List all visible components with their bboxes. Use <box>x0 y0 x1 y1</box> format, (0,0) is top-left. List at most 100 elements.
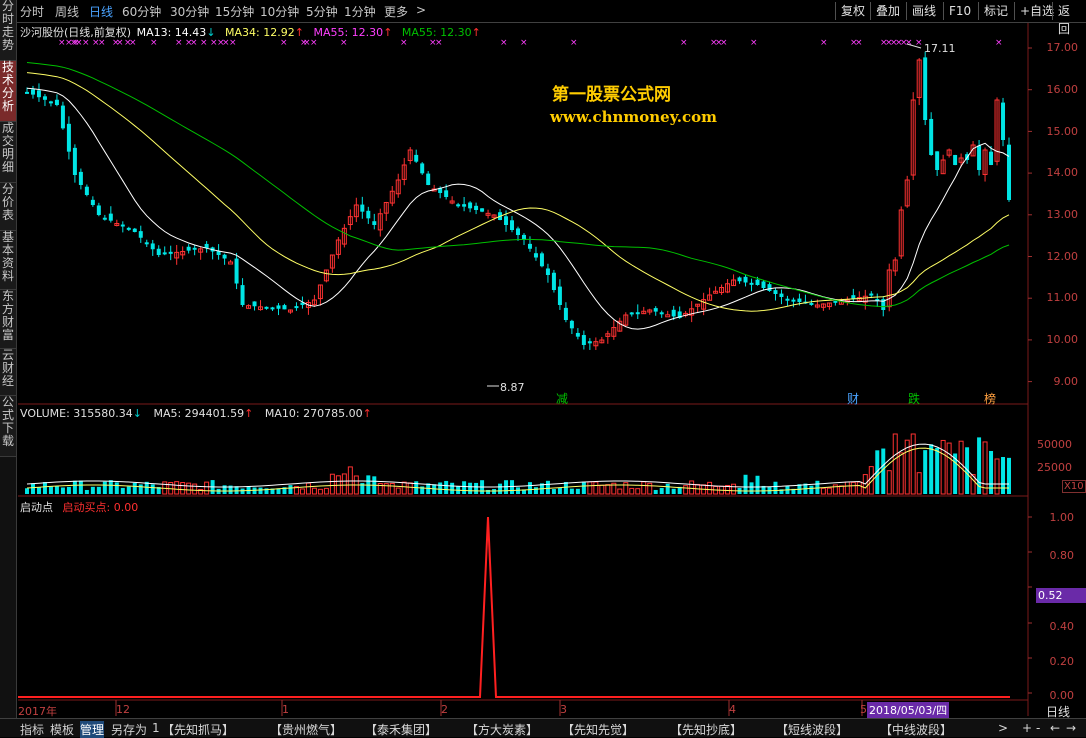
period-fenshi[interactable]: 分时 <box>20 3 44 20</box>
marker-cross: × <box>520 38 528 48</box>
event-badge-drop[interactable]: 跌 <box>908 390 920 407</box>
period-more[interactable]: 更多 <box>384 3 408 20</box>
candle-body <box>360 204 365 212</box>
formula-button-8[interactable]: 【中线波段】 <box>880 721 952 738</box>
period-daily[interactable]: 日线 <box>89 3 113 20</box>
tab-yuncaijing[interactable]: 云财经 <box>0 349 16 396</box>
volume-bar <box>102 481 107 494</box>
zoom-in-button[interactable]: + <box>1022 721 1032 735</box>
volume-bar <box>935 447 940 494</box>
formula-button-6[interactable]: 【先知抄底】 <box>670 721 742 738</box>
candle-body <box>516 228 520 235</box>
volume-bar <box>25 488 29 494</box>
candle-body <box>456 204 461 207</box>
nav-right-icon[interactable]: → <box>1066 721 1076 735</box>
volume-bar <box>527 482 532 494</box>
indicator-name[interactable]: 启动点 <box>20 501 53 514</box>
volume-bar <box>48 486 53 494</box>
watermark-title: 第一股票公式网 <box>552 85 671 105</box>
zoom-out-button[interactable]: - <box>1036 721 1040 735</box>
chart-canvas[interactable]: × ×××× × ×× ×× ×× × × ×× × × ×× × × ×× × × × ×× × × × × ××× × × ××… <box>0 0 1086 736</box>
candle-body <box>773 290 778 294</box>
event-badge-reduce[interactable]: 减 <box>556 390 568 407</box>
formula-button-4[interactable]: 【方大炭素】 <box>466 721 538 738</box>
formula-button-2[interactable]: 【贵州燃气】 <box>270 721 342 738</box>
candle-body <box>468 202 473 209</box>
tab-technical-analysis[interactable]: 技术分析 <box>0 61 16 122</box>
volume-info-line: VOLUME: 315580.34↓ MA5: 294401.59↑ MA10:… <box>20 407 372 420</box>
candle-body <box>539 253 544 267</box>
period-1min[interactable]: 1分钟 <box>344 3 376 20</box>
formula-button-7[interactable]: 【短线波段】 <box>776 721 848 738</box>
event-badge-rank[interactable]: 榜 <box>984 390 996 407</box>
fuquan-button[interactable]: 复权 <box>835 2 870 20</box>
volume-bar <box>126 486 131 494</box>
f10-button[interactable]: F10 <box>943 2 976 20</box>
volume-bar <box>407 482 413 495</box>
volume-bar <box>892 433 898 495</box>
volume-bar <box>557 487 562 494</box>
volume-bar <box>138 484 143 494</box>
time-label: 1 <box>282 703 289 716</box>
candle-body <box>809 302 814 305</box>
candle-body <box>366 210 371 219</box>
tab-basic-info[interactable]: 基本资料 <box>0 231 16 290</box>
nav-left-icon[interactable]: ← <box>1050 721 1060 735</box>
period-5min[interactable]: 5分钟 <box>306 3 338 20</box>
period-60min[interactable]: 60分钟 <box>122 3 161 20</box>
candle-body <box>186 246 191 251</box>
volume-bar <box>96 486 101 494</box>
mark-button[interactable]: 标记 <box>978 2 1013 20</box>
tab-formula-download[interactable]: 公式下载 <box>0 396 16 457</box>
period-15min[interactable]: 15分钟 <box>215 3 254 20</box>
volume-bar <box>551 489 556 494</box>
volume-bar <box>462 481 467 494</box>
candle-body <box>791 299 796 302</box>
ma13-value: MA13: 14.43 <box>136 26 207 39</box>
tab-fenshi-zoushi[interactable]: 分时走势 <box>0 0 16 61</box>
ma55-up-arrow-icon: ↑ <box>383 26 393 39</box>
marker-cross: × <box>750 38 758 48</box>
period-weekly[interactable]: 周线 <box>55 3 79 20</box>
volume-bar <box>581 481 586 494</box>
marker-cross: × <box>570 38 578 48</box>
tab-templates[interactable]: 模板 <box>50 721 74 738</box>
candle-body <box>563 307 568 320</box>
volume-bar <box>450 482 455 494</box>
overlay-button[interactable]: 叠加 <box>870 2 905 20</box>
period-30min[interactable]: 30分钟 <box>170 3 209 20</box>
price-tick: 10.00 <box>1046 333 1079 346</box>
candle-body <box>222 254 227 259</box>
candle-body <box>1001 102 1006 140</box>
volume-bar <box>689 480 695 495</box>
tab-trade-details[interactable]: 成交明细 <box>0 122 16 183</box>
time-label: 5 <box>860 703 867 716</box>
candle-body <box>653 308 658 312</box>
formula-button-1[interactable]: 【先知抓马】 <box>162 721 234 738</box>
volume-bar <box>856 481 862 495</box>
candle-body <box>557 286 562 305</box>
tab-price-table[interactable]: 分价表 <box>0 183 16 231</box>
page-number[interactable]: 1 <box>152 721 160 735</box>
volume-bar <box>240 488 245 494</box>
marker-cross: × <box>720 38 728 48</box>
formula-button-3[interactable]: 【泰禾集团】 <box>365 721 437 738</box>
vol-ma5-value: MA5: 294401.59 <box>153 407 245 420</box>
volume-bar <box>132 482 137 494</box>
tab-save-as[interactable]: 另存为 <box>111 721 147 738</box>
back-button[interactable]: 返回 <box>1052 2 1086 36</box>
tab-manage[interactable]: 管理 <box>80 721 105 738</box>
volume-bar <box>468 482 473 494</box>
candle-body <box>989 151 994 165</box>
event-badge-finance[interactable]: 财 <box>847 390 859 407</box>
period-10min[interactable]: 10分钟 <box>260 3 299 20</box>
more-chevron-icon[interactable]: > <box>416 3 426 17</box>
tab-eastmoney[interactable]: 东方财富 <box>0 290 16 349</box>
scroll-right-icon[interactable]: > <box>998 721 1008 735</box>
formula-bar: 指标 模板 管理 另存为 1 【先知抓马】 【贵州燃气】 【泰禾集团】 【方大炭… <box>0 718 1086 738</box>
formula-button-5[interactable]: 【先知先觉】 <box>562 721 634 738</box>
candle-body <box>869 293 874 296</box>
draw-line-button[interactable]: 画线 <box>906 2 941 20</box>
volume-bar <box>605 484 611 495</box>
tab-indicators[interactable]: 指标 <box>20 721 44 738</box>
